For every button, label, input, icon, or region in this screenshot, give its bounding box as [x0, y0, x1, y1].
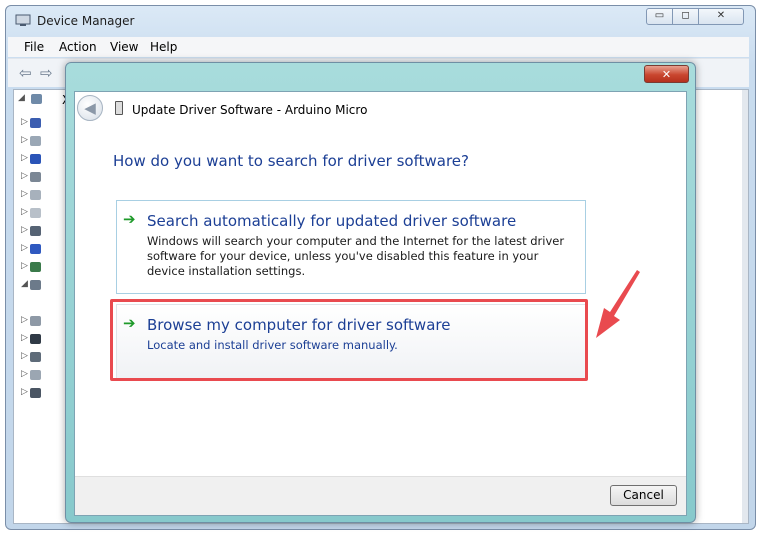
expand-icon[interactable]: ▷ — [21, 261, 28, 271]
expand-icon[interactable]: ▷ — [21, 333, 28, 343]
device-icon — [30, 172, 41, 182]
tree-item[interactable]: ▷ — [14, 116, 44, 132]
back-arrow-icon: ◀ — [84, 99, 96, 117]
expand-icon[interactable]: ▷ — [21, 117, 28, 127]
collapse-icon[interactable]: ◢ — [21, 279, 28, 289]
menu-bar: File Action View Help — [8, 37, 749, 57]
tree-item[interactable]: ▷ — [14, 314, 44, 330]
device-icon — [30, 136, 41, 146]
dialog-footer: Cancel — [75, 476, 686, 515]
tree-item[interactable]: ▷ — [14, 170, 44, 186]
back-arrow-icon[interactable]: ⇦ — [19, 64, 32, 82]
green-arrow-icon: ➔ — [123, 210, 136, 228]
device-icon — [30, 190, 41, 200]
expand-icon[interactable]: ▷ — [21, 369, 28, 379]
expand-icon[interactable]: ▷ — [21, 207, 28, 217]
device-manager-icon — [15, 14, 31, 26]
device-icon — [30, 226, 41, 236]
device-icon — [30, 316, 41, 326]
tree-item[interactable]: ▷ — [14, 188, 44, 204]
maximize-button[interactable]: ◻ — [673, 8, 699, 25]
expand-icon[interactable]: ▷ — [21, 171, 28, 181]
expand-icon[interactable]: ▷ — [21, 387, 28, 397]
device-manager-titlebar[interactable]: Device Manager ▭ ◻ ✕ — [6, 6, 755, 36]
tree-item[interactable]: ◢ — [14, 278, 44, 294]
collapse-icon[interactable]: ◢ — [18, 93, 25, 103]
device-icon — [30, 208, 41, 218]
annotation-highlight-box — [110, 299, 588, 381]
page-heading: How do you want to search for driver sof… — [113, 152, 469, 170]
dialog-title: Update Driver Software - Arduino Micro — [132, 103, 368, 117]
expand-icon[interactable]: ▷ — [21, 351, 28, 361]
back-button[interactable]: ◀ — [77, 95, 103, 121]
tree-item[interactable]: ▷ — [14, 386, 44, 402]
tree-item[interactable]: ▷ — [14, 350, 44, 366]
device-icon — [30, 370, 41, 380]
device-icon — [30, 352, 41, 362]
device-icon — [30, 280, 41, 290]
tree-item[interactable]: ▷ — [14, 224, 44, 240]
expand-icon[interactable]: ▷ — [21, 153, 28, 163]
search-automatically-option[interactable]: ➔ Search automatically for updated drive… — [116, 200, 586, 294]
expand-icon[interactable]: ▷ — [21, 243, 28, 253]
expand-icon[interactable]: ▷ — [21, 315, 28, 325]
tree-root[interactable]: ◢ — [14, 92, 44, 108]
tree-scrollbar[interactable] — [742, 90, 748, 523]
expand-icon[interactable]: ▷ — [21, 225, 28, 235]
annotation-arrow-icon — [596, 270, 640, 338]
device-icon — [30, 244, 41, 254]
device-icon — [30, 334, 41, 344]
tree-item[interactable]: ▷ — [14, 242, 44, 258]
device-icon — [30, 154, 41, 164]
usb-device-icon — [115, 101, 123, 115]
menu-file[interactable]: File — [24, 40, 44, 54]
device-manager-title: Device Manager — [37, 14, 135, 28]
cancel-button[interactable]: Cancel — [610, 485, 677, 506]
expand-icon[interactable]: ▷ — [21, 135, 28, 145]
forward-arrow-icon[interactable]: ⇨ — [40, 64, 53, 82]
tree-item[interactable]: ▷ — [14, 368, 44, 384]
tree-item[interactable]: ▷ — [14, 332, 44, 348]
device-icon — [30, 388, 41, 398]
device-icon — [30, 118, 41, 128]
close-button[interactable]: ✕ — [699, 8, 744, 25]
tree-item[interactable]: ▷ — [14, 260, 44, 276]
menu-view[interactable]: View — [110, 40, 138, 54]
menu-action[interactable]: Action — [59, 40, 97, 54]
device-icon — [30, 262, 41, 272]
tree-item[interactable]: ▷ — [14, 206, 44, 222]
option-title: Search automatically for updated driver … — [147, 212, 517, 230]
expand-icon[interactable]: ▷ — [21, 189, 28, 199]
option-description: Windows will search your computer and th… — [147, 234, 565, 278]
menu-help[interactable]: Help — [150, 40, 177, 54]
tree-item[interactable]: ▷ — [14, 152, 44, 168]
minimize-button[interactable]: ▭ — [646, 8, 673, 25]
tree-item[interactable]: ▷ — [14, 134, 44, 150]
dialog-close-button[interactable]: ✕ — [644, 65, 689, 83]
computer-icon — [31, 94, 42, 104]
